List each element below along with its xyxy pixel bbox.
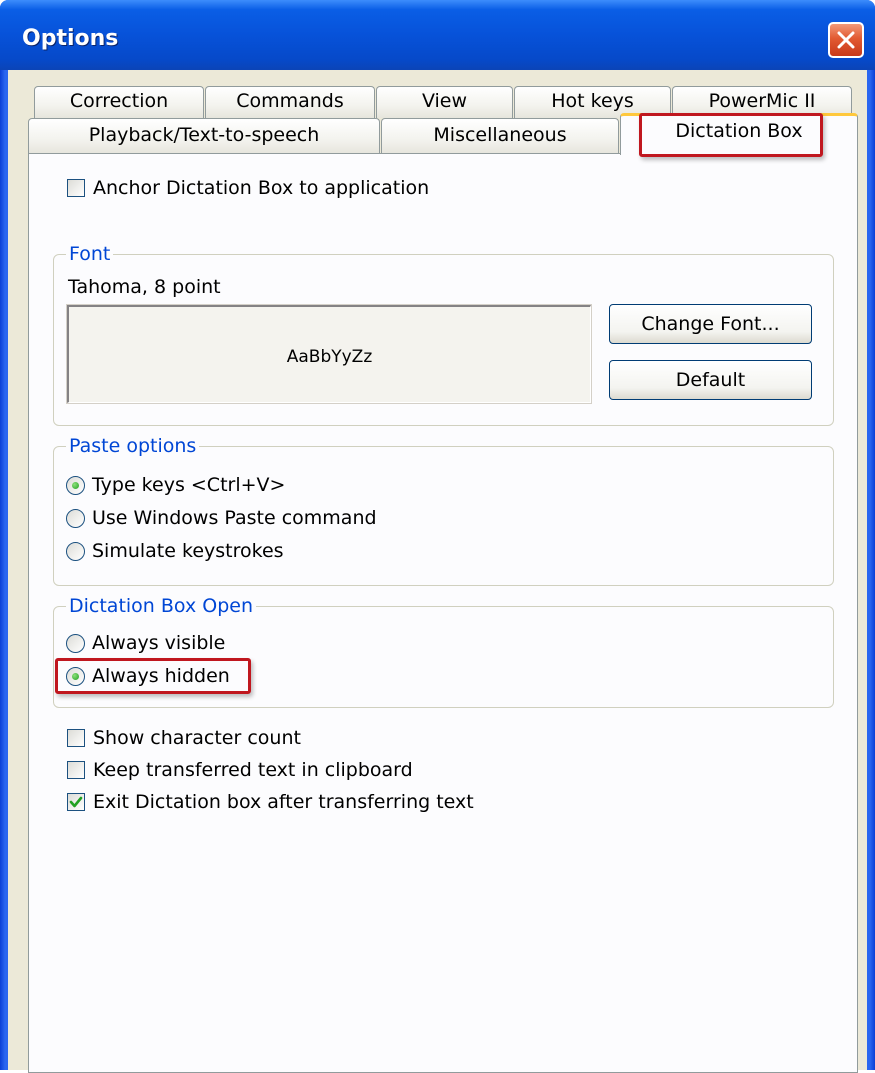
font-preview-text: AaBbYyZz	[286, 347, 373, 367]
tab-label: Commands	[236, 90, 344, 112]
window-title: Options	[22, 26, 119, 51]
font-group-legend: Font	[66, 243, 114, 265]
dictation-box-open-legend: Dictation Box Open	[66, 595, 256, 617]
font-preview-box: AaBbYyZz	[66, 304, 592, 404]
tab-view[interactable]: View	[376, 86, 513, 118]
close-icon	[837, 31, 855, 49]
button-label: Change Font...	[641, 313, 780, 335]
button-label: Default	[675, 369, 746, 391]
current-font-label: Tahoma, 8 point	[68, 276, 221, 298]
show-character-count-checkbox[interactable]: Show character count	[67, 727, 301, 749]
simulate-keystrokes-radio[interactable]: Simulate keystrokes	[66, 540, 284, 562]
use-windows-paste-radio[interactable]: Use Windows Paste command	[66, 507, 377, 529]
type-keys-radio[interactable]: Type keys <Ctrl+V>	[66, 474, 285, 496]
tab-correction[interactable]: Correction	[34, 86, 204, 118]
dialog-client-area: Correction Commands View Hot keys PowerM…	[8, 70, 867, 1073]
close-button[interactable]	[828, 22, 864, 58]
tab-label: Hot keys	[551, 90, 634, 112]
always-visible-radio[interactable]: Always visible	[66, 632, 225, 654]
change-font-button[interactable]: Change Font...	[609, 304, 812, 344]
checkbox-label: Keep transferred text in clipboard	[93, 759, 413, 781]
radio-button	[66, 541, 85, 561]
dictation-box-open-group	[53, 606, 834, 708]
tab-label: PowerMic II	[708, 90, 816, 112]
radio-button	[66, 633, 85, 653]
tab-label: Dictation Box	[675, 120, 803, 142]
checkmark-icon	[69, 796, 83, 808]
radio-label: Always visible	[92, 632, 226, 654]
checkbox-label: Anchor Dictation Box to application	[93, 177, 430, 199]
tab-label: Playback/Text-to-speech	[88, 124, 320, 146]
radio-label: Type keys <Ctrl+V>	[92, 474, 286, 496]
radio-button	[66, 508, 85, 528]
checkbox-box	[67, 179, 85, 197]
default-font-button[interactable]: Default	[609, 360, 812, 400]
always-hidden-radio[interactable]: Always hidden	[66, 665, 230, 687]
keep-transferred-text-checkbox[interactable]: Keep transferred text in clipboard	[67, 759, 413, 781]
title-bar[interactable]: Options	[0, 0, 875, 70]
radio-label: Simulate keystrokes	[92, 540, 284, 562]
tab-label: View	[421, 90, 468, 112]
radio-label: Always hidden	[92, 665, 230, 687]
radio-label: Use Windows Paste command	[92, 507, 377, 529]
paste-options-legend: Paste options	[66, 435, 200, 457]
anchor-dictation-box-checkbox[interactable]: Anchor Dictation Box to application	[67, 177, 429, 199]
radio-button	[66, 666, 85, 686]
tab-playback-text-to-speech[interactable]: Playback/Text-to-speech	[28, 118, 380, 154]
checkbox-label: Show character count	[93, 727, 301, 749]
tab-commands[interactable]: Commands	[205, 86, 375, 118]
tab-miscellaneous[interactable]: Miscellaneous	[381, 118, 619, 154]
checkbox-box	[67, 793, 85, 811]
radio-button	[66, 475, 85, 495]
tab-label: Correction	[69, 90, 169, 112]
checkbox-box	[67, 729, 85, 747]
tab-label: Miscellaneous	[433, 124, 567, 146]
options-dialog: Options Correction Commands View Hot key…	[0, 0, 875, 1073]
checkbox-box	[67, 761, 85, 779]
tab-dictation-box[interactable]: Dictation Box	[620, 113, 858, 155]
exit-dictation-box-checkbox[interactable]: Exit Dictation box after transferring te…	[67, 791, 474, 813]
checkbox-label: Exit Dictation box after transferring te…	[93, 791, 474, 813]
